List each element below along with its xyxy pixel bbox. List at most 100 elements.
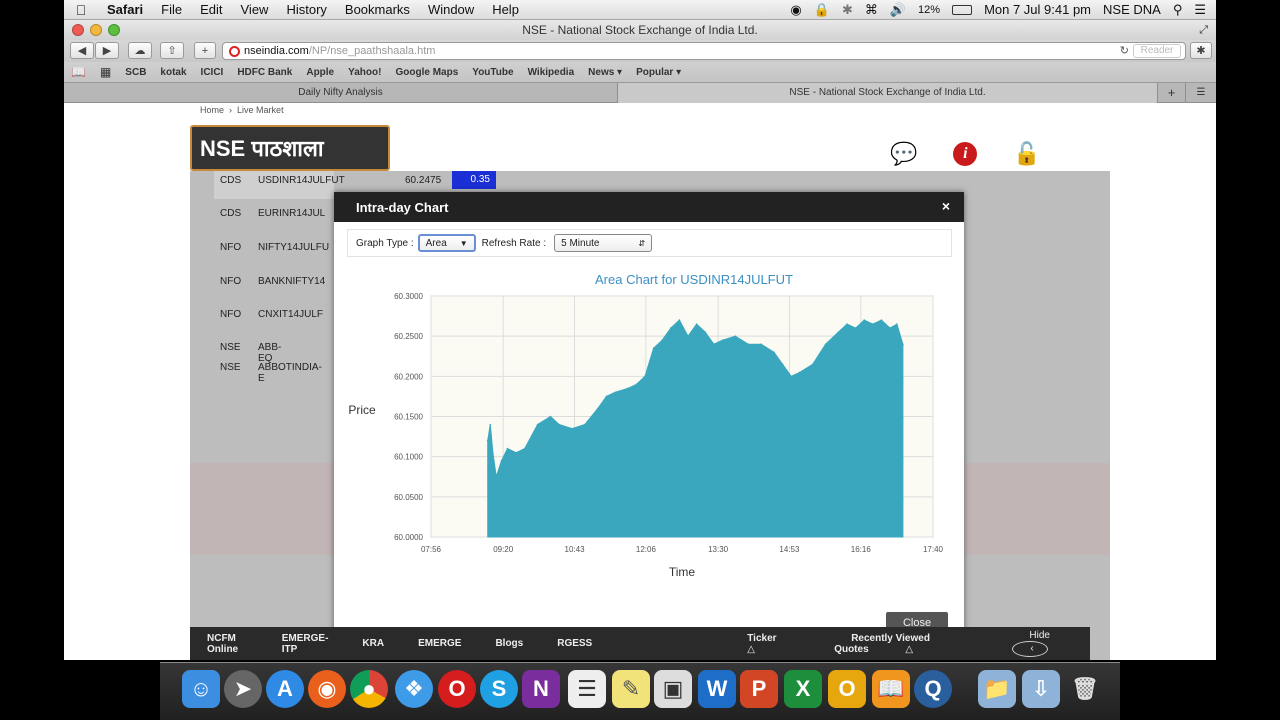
symbol[interactable]: EURINR14JUL — [258, 208, 325, 219]
bookmark-scb[interactable]: SCB — [118, 67, 153, 78]
menu-view[interactable]: View — [232, 2, 278, 17]
menu-window[interactable]: Window — [419, 2, 483, 17]
forward-button[interactable]: ▶ — [95, 42, 119, 59]
add-tab-button[interactable]: + — [1158, 83, 1186, 103]
apple-menu-icon[interactable]:  — [64, 2, 98, 18]
outlook-icon[interactable]: O — [828, 670, 866, 708]
preview-icon[interactable]: ▣ — [654, 670, 692, 708]
battery-icon[interactable] — [952, 4, 973, 15]
quicktime-icon[interactable]: Q — [914, 670, 952, 708]
finder-icon[interactable]: ☺ — [182, 670, 220, 708]
modal-close-icon[interactable]: × — [942, 198, 950, 214]
tab-overview-button[interactable]: ☰ — [1186, 83, 1216, 103]
firefox-icon[interactable]: ◉ — [308, 670, 346, 708]
ibooks-icon[interactable]: 📖 — [872, 670, 910, 708]
bluetooth-icon[interactable]: ✱ — [842, 2, 853, 18]
symbol[interactable]: ABB-EQ — [258, 342, 281, 364]
breadcrumb-live-market[interactable]: Live Market — [237, 105, 284, 115]
zoom-window-button[interactable] — [108, 24, 120, 36]
footer-ncfm[interactable]: NCFM Online — [190, 633, 265, 655]
footer-ticker[interactable]: Ticker △ — [713, 633, 817, 655]
trash-icon[interactable]: 🗑 — [1066, 670, 1104, 708]
bookmark-google-maps[interactable]: Google Maps — [388, 67, 465, 78]
safari-icon[interactable]: ❖ — [395, 670, 433, 708]
graph-type-select[interactable]: Area ▼ — [417, 234, 476, 252]
bookmark-yahoo[interactable]: Yahoo! — [341, 67, 388, 78]
new-tab-button[interactable]: + — [194, 42, 216, 59]
footer-rgess[interactable]: RGESS — [540, 638, 609, 649]
notes-icon[interactable]: ☰ — [568, 670, 606, 708]
symbol[interactable]: USDINR14JULFUT — [258, 175, 345, 186]
menu-edit[interactable]: Edit — [191, 2, 231, 17]
record-icon[interactable]: ◉ — [790, 2, 801, 18]
downloads-button[interactable]: ✱ — [1190, 42, 1212, 59]
powerpoint-icon[interactable]: P — [740, 670, 778, 708]
onenote-icon[interactable]: N — [522, 670, 560, 708]
tab-nse[interactable]: NSE - National Stock Exchange of India L… — [618, 83, 1158, 103]
app-store-icon[interactable]: A — [266, 670, 304, 708]
breadcrumb-home[interactable]: Home — [200, 105, 224, 115]
close-window-button[interactable] — [72, 24, 84, 36]
menu-file[interactable]: File — [152, 2, 191, 17]
tab-daily-nifty[interactable]: Daily Nifty Analysis — [64, 83, 618, 103]
top-sites-icon[interactable]: ▦ — [93, 65, 118, 79]
reload-icon[interactable]: ↻ — [1120, 44, 1129, 57]
user-chat-icon[interactable]: 💬 — [890, 141, 917, 167]
bookmark-youtube[interactable]: YouTube — [465, 67, 520, 78]
footer-kra[interactable]: KRA — [345, 638, 401, 649]
tab-bar: Daily Nifty Analysis NSE - National Stoc… — [64, 83, 1216, 103]
lock-icon[interactable]: 🔒 — [814, 2, 830, 18]
downloads-folder-icon[interactable]: ⇩ — [1022, 670, 1060, 708]
bookmark-popular[interactable]: Popular ▾ — [629, 67, 688, 78]
notifications-icon[interactable]: ☰ — [1194, 2, 1206, 18]
skype-icon[interactable]: S — [480, 670, 518, 708]
info-icon[interactable]: i — [953, 142, 978, 166]
symbol[interactable]: CNXIT14JULF — [258, 309, 323, 320]
symbol[interactable]: BANKNIFTY14 — [258, 276, 325, 287]
chrome-icon[interactable]: ● — [350, 670, 388, 708]
bookmark-kotak[interactable]: kotak — [153, 67, 193, 78]
word-icon[interactable]: W — [698, 670, 736, 708]
footer-emerge-itp[interactable]: EMERGE-ITP — [265, 633, 346, 655]
data-point — [846, 323, 848, 325]
address-bar[interactable]: nseindia.com /NP/nse_paathshaala.htm ↻ R… — [222, 42, 1186, 60]
menu-bookmarks[interactable]: Bookmarks — [336, 2, 419, 17]
stickies-icon[interactable]: ✎ — [612, 670, 650, 708]
refresh-rate-select[interactable]: 5 Minute ⇵ — [554, 234, 653, 252]
bookmark-apple[interactable]: Apple — [299, 67, 341, 78]
footer-recent-quotes[interactable]: Recently Viewed Quotes △ — [817, 633, 977, 655]
documents-folder-icon[interactable]: 📁 — [978, 670, 1016, 708]
fullscreen-icon[interactable]: ⤢ — [1199, 20, 1208, 40]
unlock-icon[interactable]: 🔓 — [1013, 141, 1040, 167]
excel-icon[interactable]: X — [784, 670, 822, 708]
wifi-icon[interactable]: ⌘ — [865, 2, 878, 18]
volume-icon[interactable]: 🔊 — [890, 2, 906, 18]
symbol[interactable]: NIFTY14JULFU — [258, 242, 329, 253]
data-point — [872, 323, 874, 325]
reading-list-icon[interactable]: 📖 — [64, 65, 93, 79]
back-button[interactable]: ◀ — [70, 42, 94, 59]
user-menu[interactable]: NSE DNA — [1103, 2, 1161, 17]
nse-paathshaala-logo[interactable]: NSE पाठशाला — [190, 125, 390, 171]
footer-emerge[interactable]: EMERGE — [401, 638, 478, 649]
data-point — [635, 383, 638, 386]
symbol[interactable]: ABBOTINDIA-E — [258, 362, 322, 384]
bookmark-icici[interactable]: ICICI — [194, 67, 231, 78]
minimize-window-button[interactable] — [90, 24, 102, 36]
spotlight-icon[interactable]: ⚲ — [1173, 2, 1183, 18]
bookmark-hdfc[interactable]: HDFC Bank — [230, 67, 299, 78]
bookmark-wikipedia[interactable]: Wikipedia — [521, 67, 582, 78]
app-menu[interactable]: Safari — [98, 2, 152, 17]
share-button[interactable]: ⇧ — [160, 42, 184, 59]
footer-blogs[interactable]: Blogs — [478, 638, 540, 649]
menu-help[interactable]: Help — [483, 2, 528, 17]
clock[interactable]: Mon 7 Jul 9:41 pm — [984, 2, 1091, 17]
bookmark-news[interactable]: News ▾ — [581, 67, 629, 78]
reader-button[interactable]: Reader — [1133, 44, 1181, 58]
launchpad-icon[interactable]: ➤ — [224, 670, 262, 708]
menu-history[interactable]: History — [277, 2, 335, 17]
opera-icon[interactable]: O — [438, 670, 476, 708]
footer-hide[interactable]: Hide ‹ — [995, 630, 1090, 657]
icloud-tabs-button[interactable]: ☁ — [128, 42, 152, 59]
battery-label[interactable]: 12% — [918, 4, 940, 16]
